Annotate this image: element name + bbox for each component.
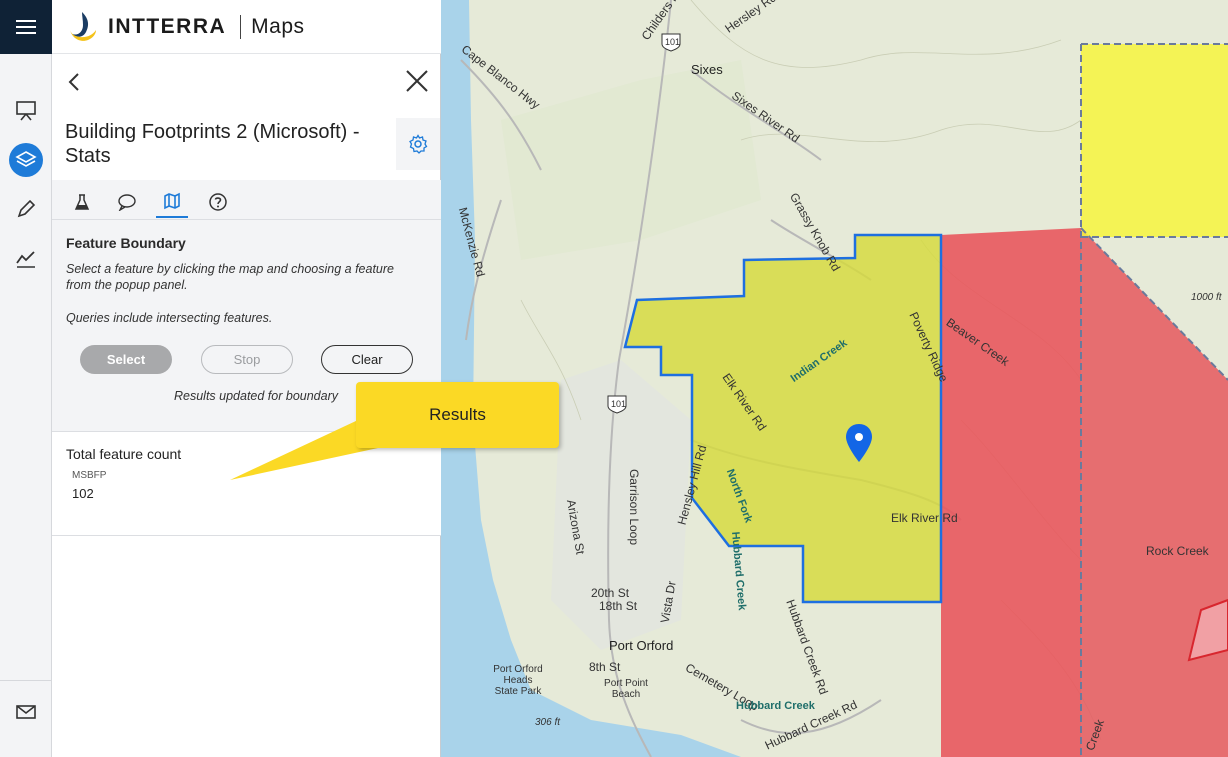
close-button[interactable] bbox=[404, 68, 430, 94]
draw-button[interactable] bbox=[9, 192, 43, 226]
map-canvas[interactable]: Childers Rd Hersley Rd Cape Blanco Hwy 1… bbox=[441, 0, 1228, 757]
speech-bubble-icon bbox=[118, 194, 136, 211]
settings-button[interactable] bbox=[396, 118, 440, 170]
label-hubbard-creek-bottom: Hubbard Creek bbox=[736, 700, 815, 712]
label-18th-st: 18th St bbox=[599, 599, 638, 613]
section-note: Queries include intersecting features. bbox=[66, 311, 273, 325]
help-icon bbox=[209, 193, 227, 211]
label-20th-st: 20th St bbox=[591, 586, 630, 600]
terrain-patch bbox=[501, 60, 761, 260]
label-1000ft: 1000 ft bbox=[1191, 292, 1222, 303]
clear-button[interactable]: Clear bbox=[321, 345, 413, 374]
results-title: Total feature count bbox=[66, 446, 182, 462]
layers-button[interactable] bbox=[9, 143, 43, 177]
label-sixes: Sixes bbox=[691, 62, 723, 77]
chart-icon bbox=[16, 251, 35, 268]
map-base bbox=[441, 0, 1228, 757]
fire-perimeter-west bbox=[941, 228, 1081, 757]
label-8th-st: 8th St bbox=[589, 660, 621, 674]
flask-icon bbox=[74, 194, 90, 210]
section-title: Feature Boundary bbox=[66, 235, 186, 251]
panel-title: Building Footprints 2 (Microsoft) - Stat… bbox=[65, 121, 360, 167]
label-hwy-101-south: 101 bbox=[611, 399, 627, 409]
presentation-button[interactable] bbox=[9, 94, 43, 128]
chevron-left-icon bbox=[68, 73, 79, 91]
back-button[interactable] bbox=[62, 68, 86, 96]
hamburger-icon bbox=[16, 26, 36, 28]
evacuation-zone bbox=[1081, 44, 1228, 237]
stop-button[interactable]: Stop bbox=[201, 345, 293, 374]
presentation-icon bbox=[16, 101, 36, 121]
gear-icon bbox=[409, 134, 428, 154]
tab-comments[interactable] bbox=[111, 186, 143, 218]
label-hwy-101-north: 101 bbox=[665, 37, 681, 47]
layers-icon bbox=[15, 151, 37, 167]
tab-query[interactable] bbox=[66, 186, 98, 218]
intterra-logo-icon bbox=[70, 11, 96, 41]
brand-divider bbox=[240, 14, 242, 39]
label-306ft: 306 ft bbox=[535, 717, 561, 728]
tab-boundary[interactable] bbox=[156, 186, 188, 218]
map-icon bbox=[164, 192, 180, 210]
results-callout: Results bbox=[356, 382, 559, 448]
panel-topbar bbox=[52, 54, 440, 108]
label-port-orford: Port Orford bbox=[609, 638, 674, 653]
app-header: INTTERRA Maps bbox=[52, 0, 441, 54]
label-rock-creek: Rock Creek bbox=[1146, 544, 1209, 558]
panel-tabs bbox=[52, 180, 441, 220]
brand-name: INTTERRA bbox=[108, 14, 227, 38]
results-source: MSBFP bbox=[72, 470, 107, 481]
mail-icon bbox=[16, 705, 36, 719]
status-text: Results updated for boundary bbox=[174, 389, 338, 403]
menu-button[interactable] bbox=[0, 0, 52, 54]
results-value: 102 bbox=[72, 486, 94, 501]
analytics-button[interactable] bbox=[9, 241, 43, 275]
left-rail bbox=[0, 0, 52, 757]
label-elk-river-rd: Elk River Rd bbox=[891, 511, 958, 525]
label-garrison-loop: Garrison Loop bbox=[627, 468, 642, 546]
tab-help[interactable] bbox=[202, 186, 234, 218]
close-icon bbox=[406, 70, 428, 92]
section-description: Select a feature by clicking the map and… bbox=[66, 262, 394, 292]
messages-button[interactable] bbox=[9, 695, 43, 729]
label-port-point-beach: Port Point Beach bbox=[604, 678, 648, 700]
select-button[interactable]: Select bbox=[80, 345, 172, 374]
pencil-icon bbox=[17, 199, 36, 218]
fire-perimeter-east bbox=[1081, 228, 1228, 757]
label-port-orford-heads: Port Orford Heads State Park bbox=[493, 664, 543, 697]
rail-divider bbox=[0, 680, 52, 681]
app-name: Maps bbox=[251, 14, 305, 38]
